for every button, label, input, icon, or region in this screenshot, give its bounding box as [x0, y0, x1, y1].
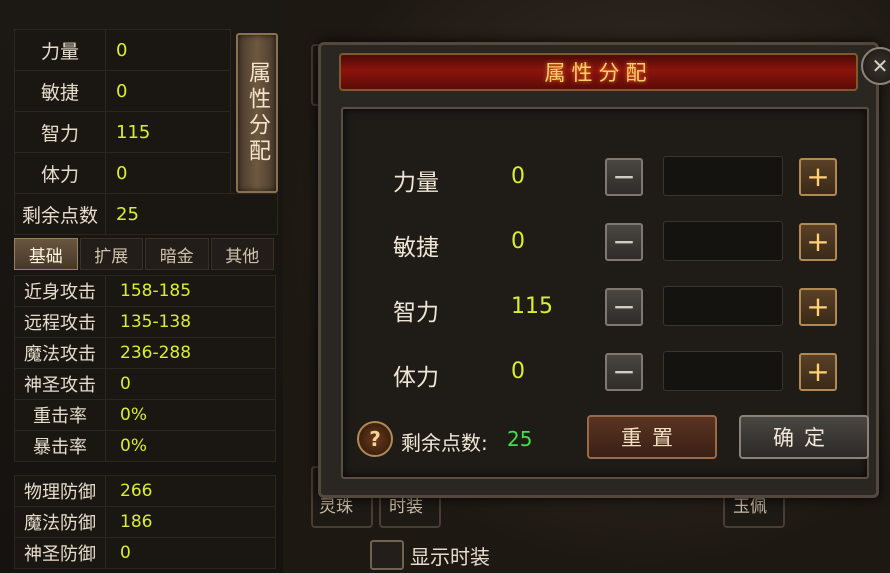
allocation-row-intelligence: 智力 115 − + [343, 283, 867, 333]
stat-label: 暴击率 [15, 431, 106, 461]
close-icon[interactable]: ✕ [861, 47, 890, 85]
stat-value: 236-288 [120, 343, 192, 363]
allocation-label: 敏捷 [393, 235, 439, 261]
decrease-button[interactable]: − [605, 288, 643, 326]
attribute-row-agility: 敏捷 0 [14, 70, 231, 111]
increase-button[interactable]: + [799, 158, 837, 196]
stat-row: 近身攻击 158-185 [14, 275, 276, 306]
allocation-value: 0 [511, 164, 525, 189]
show-fashion-toggle[interactable]: 显示时装 [370, 540, 490, 570]
allocation-value: 0 [511, 359, 525, 384]
stat-row: 重击率 0% [14, 399, 276, 430]
stat-value: 0 [120, 543, 131, 563]
confirm-button[interactable]: 确定 [739, 415, 869, 459]
points-input[interactable] [663, 221, 783, 261]
allocation-value: 115 [511, 294, 553, 319]
defense-stats: 物理防御 266 魔法防御 186 神圣防御 0 [14, 475, 276, 569]
stat-value: 266 [120, 481, 153, 501]
character-stats-panel: 力量 0 敏捷 0 智力 115 体力 0 属性分配 剩余点数 25 基础 扩展… [0, 0, 283, 573]
stat-label: 物理防御 [15, 476, 106, 506]
stat-value: 0% [120, 436, 147, 456]
decrease-button[interactable]: − [605, 223, 643, 261]
allocation-row-stamina: 体力 0 − + [343, 348, 867, 398]
increase-button[interactable]: + [799, 223, 837, 261]
decrease-button[interactable]: − [605, 353, 643, 391]
allocate-attributes-button[interactable]: 属性分配 [236, 33, 278, 193]
stat-row: 暴击率 0% [14, 430, 276, 462]
points-input[interactable] [663, 351, 783, 391]
stat-label: 重击率 [15, 400, 106, 430]
tab-basic[interactable]: 基础 [14, 238, 78, 270]
attribute-row-intelligence: 智力 115 [14, 111, 231, 152]
stat-row: 魔法防御 186 [14, 506, 276, 537]
attribute-row-strength: 力量 0 [14, 29, 231, 70]
stat-row: 神圣防御 0 [14, 537, 276, 569]
tab-other[interactable]: 其他 [210, 238, 274, 270]
allocation-label: 智力 [393, 300, 439, 326]
remaining-points-row: 剩余点数 25 [14, 193, 278, 235]
attribute-label: 智力 [15, 112, 106, 152]
allocation-body: 力量 0 − + 敏捷 0 − + 智力 115 − + 体力 0 − + ? [341, 107, 869, 479]
stat-value: 158-185 [120, 281, 192, 301]
stat-value: 186 [120, 512, 153, 532]
attribute-value: 0 [116, 80, 128, 102]
stat-row: 远程攻击 135-138 [14, 306, 276, 337]
increase-button[interactable]: + [799, 353, 837, 391]
stat-row: 神圣攻击 0 [14, 368, 276, 399]
stats-tabs: 基础 扩展 暗金 其他 [14, 238, 276, 270]
help-icon[interactable]: ? [357, 421, 393, 457]
tab-dark-gold[interactable]: 暗金 [145, 238, 209, 270]
attribute-value: 0 [116, 162, 128, 184]
stat-label: 远程攻击 [15, 307, 106, 337]
attribute-label: 敏捷 [15, 71, 106, 111]
show-fashion-label: 显示时装 [410, 544, 490, 569]
allocate-attributes-label: 属性分配 [245, 61, 270, 165]
remaining-points-value: 25 [116, 203, 139, 225]
allocation-value: 0 [511, 229, 525, 254]
stat-value: 0% [120, 405, 147, 425]
attribute-value: 115 [116, 121, 151, 143]
allocation-label: 力量 [393, 170, 439, 196]
dialog-title-bar: 属性分配 [339, 53, 858, 91]
show-fashion-checkbox[interactable] [370, 540, 404, 570]
reset-button[interactable]: 重置 [587, 415, 717, 459]
tab-extended[interactable]: 扩展 [79, 238, 143, 270]
stat-label: 魔法攻击 [15, 338, 106, 368]
remaining-points-label: 剩余点数 [15, 194, 106, 234]
attribute-allocation-dialog: 属性分配 ✕ 力量 0 − + 敏捷 0 − + 智力 115 − + 体力 0… [318, 42, 890, 498]
points-input[interactable] [663, 156, 783, 196]
attribute-row-stamina: 体力 0 [14, 152, 231, 194]
allocation-row-strength: 力量 0 − + [343, 153, 867, 203]
attribute-value: 0 [116, 39, 128, 61]
stat-row: 魔法攻击 236-288 [14, 337, 276, 368]
dialog-remaining-value: 25 [507, 427, 533, 451]
stat-label: 神圣攻击 [15, 369, 106, 399]
attribute-table: 力量 0 敏捷 0 智力 115 体力 0 [14, 29, 231, 194]
allocation-row-agility: 敏捷 0 − + [343, 218, 867, 268]
attribute-label: 力量 [15, 30, 106, 70]
stat-label: 近身攻击 [15, 276, 106, 306]
increase-button[interactable]: + [799, 288, 837, 326]
attack-stats: 近身攻击 158-185 远程攻击 135-138 魔法攻击 236-288 神… [14, 275, 276, 462]
stat-row: 物理防御 266 [14, 475, 276, 506]
points-input[interactable] [663, 286, 783, 326]
allocation-label: 体力 [393, 365, 439, 391]
decrease-button[interactable]: − [605, 158, 643, 196]
attribute-label: 体力 [15, 153, 106, 193]
stat-value: 0 [120, 374, 131, 394]
stat-value: 135-138 [120, 312, 192, 332]
stat-label: 神圣防御 [15, 538, 106, 568]
dialog-title: 属性分配 [544, 61, 653, 85]
dialog-remaining-label: 剩余点数: [401, 431, 488, 455]
stat-label: 魔法防御 [15, 507, 106, 537]
